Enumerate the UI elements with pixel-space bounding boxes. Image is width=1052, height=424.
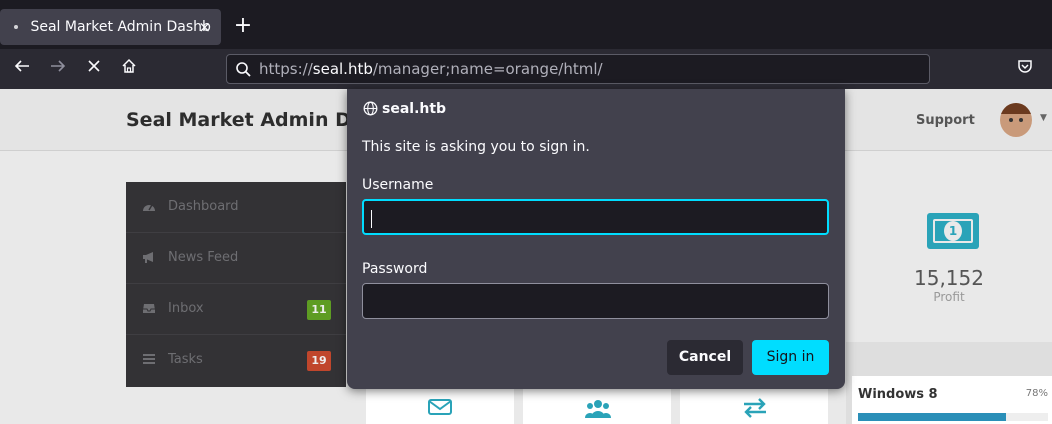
dashboard-icon — [143, 204, 155, 211]
avatar-hair — [1000, 103, 1032, 114]
sidebar-item-label: Dashboard — [168, 199, 239, 214]
users-icon — [585, 400, 611, 418]
profit-value: 15,152 — [914, 266, 984, 290]
close-icon — [88, 60, 100, 72]
sign-in-button[interactable]: Sign in — [752, 340, 829, 375]
browser-tab[interactable]: Seal Market Admin Dashb × — [0, 9, 221, 45]
forward-arrow-icon — [51, 60, 66, 72]
money-icon-coin: 1 — [944, 221, 962, 241]
username-field[interactable] — [362, 199, 829, 235]
progress-label: Windows 8 — [858, 387, 938, 402]
cancel-button[interactable]: Cancel — [667, 340, 743, 375]
forward-button[interactable] — [46, 57, 70, 81]
sidebar-item-label: News Feed — [168, 250, 239, 265]
inbox-count-badge: 11 — [307, 300, 331, 320]
avatar[interactable] — [1000, 103, 1032, 137]
address-bar[interactable]: https://seal.htb/manager;name=orange/htm… — [226, 54, 930, 84]
exchange-icon — [744, 398, 766, 418]
dialog-message: This site is asking you to sign in. — [362, 139, 590, 155]
tasks-count-badge: 19 — [307, 351, 331, 371]
tab-close-icon[interactable]: × — [198, 9, 211, 45]
tasks-icon — [143, 354, 155, 364]
megaphone-icon — [143, 252, 153, 263]
progress-track — [858, 413, 1048, 421]
nav-bar: https://seal.htb/manager;name=orange/htm… — [0, 49, 1052, 89]
home-button[interactable] — [117, 57, 141, 81]
tab-title: Seal Market Admin Dashb — [30, 19, 211, 35]
dialog-host: seal.htb — [382, 101, 447, 117]
stop-button[interactable] — [82, 57, 106, 81]
support-link[interactable]: Support — [916, 113, 975, 128]
back-button[interactable] — [10, 57, 34, 81]
new-tab-button[interactable]: + — [232, 12, 254, 40]
money-icon: 1 — [927, 213, 979, 249]
sidebar: Dashboard News Feed Inbox 11 Tasks 19 — [126, 182, 346, 387]
search-icon — [236, 62, 251, 77]
home-icon — [122, 58, 136, 73]
sign-in-dialog: seal.htb This site is asking you to sign… — [347, 89, 845, 389]
profit-panel: 1 15,152 Profit — [846, 182, 1052, 342]
sidebar-item-label: Tasks — [168, 352, 203, 367]
username-label: Username — [362, 177, 434, 193]
progress-card: Windows 8 78% — [852, 376, 1052, 424]
avatar-eye — [1009, 118, 1013, 122]
avatar-eye — [1019, 118, 1023, 122]
loading-dot-icon — [14, 25, 18, 29]
stat-card-messages[interactable] — [366, 388, 514, 424]
sidebar-item-label: Inbox — [168, 301, 204, 316]
globe-icon — [363, 101, 378, 115]
pocket-button[interactable] — [1013, 57, 1037, 81]
site-title: Seal Market Admin Da — [126, 109, 348, 131]
sidebar-item-tasks[interactable]: Tasks 19 — [126, 335, 346, 386]
pocket-icon — [1018, 60, 1032, 73]
stat-card-users[interactable] — [523, 388, 671, 424]
inbox-icon — [143, 304, 155, 313]
back-arrow-icon — [14, 60, 29, 72]
sidebar-item-news-feed[interactable]: News Feed — [126, 233, 346, 284]
progress-percent: 78% — [1025, 388, 1048, 399]
progress-fill — [858, 413, 1007, 421]
password-label: Password — [362, 261, 428, 277]
tab-bar: Seal Market Admin Dashb × + — [0, 0, 1052, 49]
profit-label: Profit — [933, 290, 965, 304]
sidebar-item-inbox[interactable]: Inbox 11 — [126, 284, 346, 335]
stat-card-transfers[interactable] — [680, 388, 828, 424]
envelope-icon — [428, 399, 452, 415]
url-text: https://seal.htb/manager;name=orange/htm… — [259, 60, 603, 78]
dialog-title: seal.htb — [363, 101, 446, 117]
caret-down-icon[interactable]: ▼ — [1040, 113, 1047, 123]
sidebar-item-dashboard[interactable]: Dashboard — [126, 182, 346, 233]
password-field[interactable] — [362, 283, 829, 319]
text-caret — [371, 210, 372, 228]
